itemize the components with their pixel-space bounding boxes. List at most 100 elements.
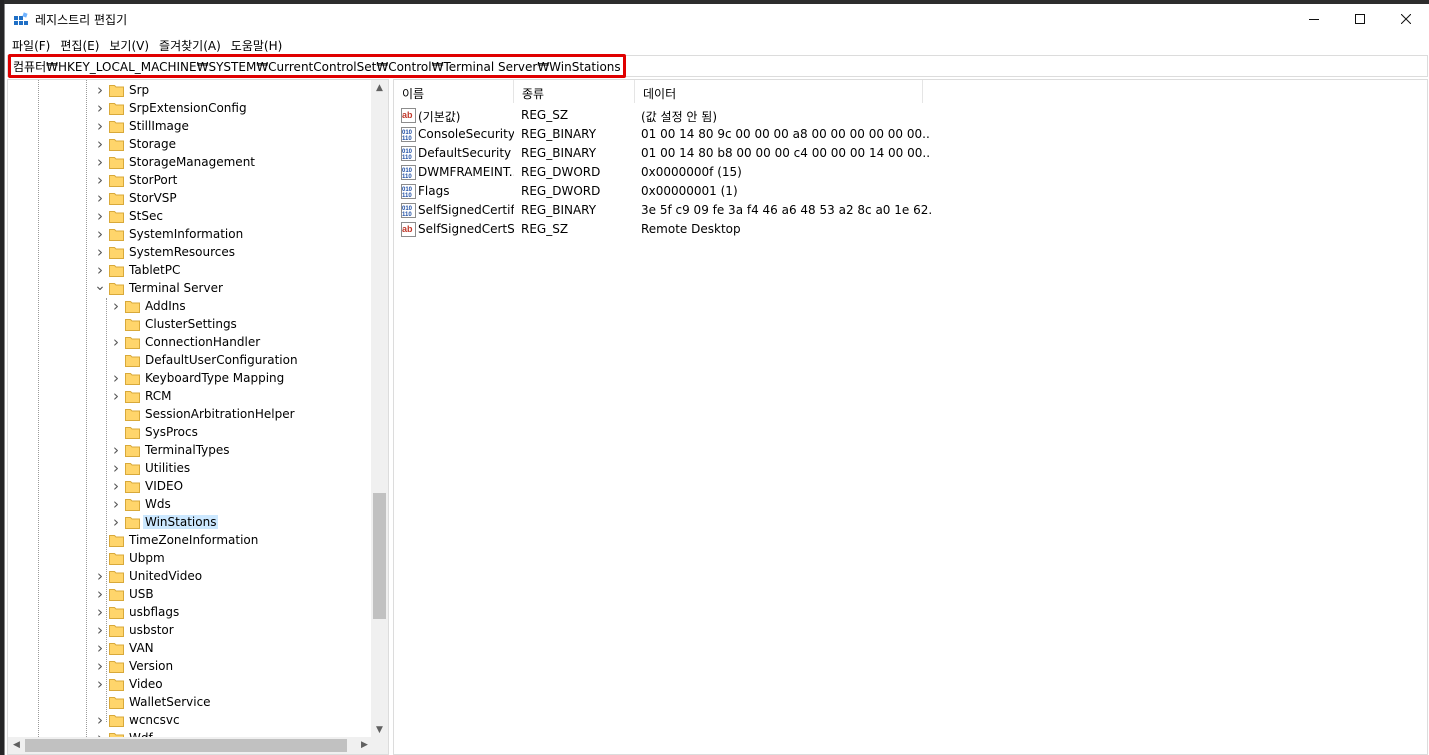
scroll-left-icon[interactable]: ◀ <box>8 737 25 754</box>
title-bar: 레지스트리 편집기 <box>5 4 1429 34</box>
tree-item[interactable]: › RCM <box>8 388 372 406</box>
chevron-right-icon[interactable]: › <box>94 713 106 728</box>
chevron-right-icon[interactable]: › <box>94 263 106 278</box>
tree-item[interactable]: WalletService <box>8 694 372 712</box>
scroll-up-icon[interactable]: ▲ <box>371 80 388 97</box>
tree-item[interactable]: › Version <box>8 658 372 676</box>
close-button[interactable] <box>1383 4 1429 34</box>
chevron-right-icon[interactable]: › <box>110 389 122 404</box>
tree-item[interactable]: › UnitedVideo <box>8 568 372 586</box>
address-bar[interactable]: 컴퓨터₩HKEY_LOCAL_MACHINE₩SYSTEM₩CurrentCon… <box>7 54 1428 78</box>
tree-item[interactable]: › KeyboardType Mapping <box>8 370 372 388</box>
key-tree-pane[interactable]: › Srp › SrpExtensionConfig › StillImage › Stora… <box>7 79 389 755</box>
tree-item[interactable]: › StSec <box>8 208 372 226</box>
tree-item[interactable]: › Srp <box>8 82 372 100</box>
tree-horizontal-scrollbar[interactable]: ◀ ▶ <box>8 737 388 754</box>
chevron-right-icon[interactable]: › <box>94 677 106 692</box>
tree-item[interactable]: SysProcs <box>8 424 372 442</box>
value-row[interactable]: ab SelfSignedCertS... REG_SZ Remote Desktop <box>394 220 1094 239</box>
column-header-name[interactable]: 이름 <box>394 80 514 103</box>
column-header-data[interactable]: 데이터 <box>635 80 923 103</box>
tree-item[interactable]: › SrpExtensionConfig <box>8 100 372 118</box>
tree-item-label: Storage <box>129 137 176 151</box>
chevron-right-icon[interactable]: › <box>110 461 122 476</box>
chevron-right-icon[interactable]: › <box>110 443 122 458</box>
tree-vertical-scrollbar[interactable]: ▲ ▼ <box>371 80 388 739</box>
tree-item[interactable]: › StorageManagement <box>8 154 372 172</box>
tree-item[interactable]: › Utilities <box>8 460 372 478</box>
tree-item[interactable]: › usbstor <box>8 622 372 640</box>
menu-file[interactable]: 파일(F) <box>8 35 56 55</box>
chevron-right-icon[interactable]: › <box>94 587 106 602</box>
value-row[interactable]: 010110SelfSignedCertif... REG_BINARY 3e 5f… <box>394 201 1094 220</box>
tree-item[interactable]: › Wds <box>8 496 372 514</box>
tree-item[interactable]: SessionArbitrationHelper <box>8 406 372 424</box>
values-pane[interactable]: 이름 종류 데이터 ab (기본값) REG_SZ (값 설정 안 됨) 010 110 C… <box>393 79 1428 755</box>
chevron-right-icon[interactable]: › <box>110 497 122 512</box>
scroll-thumb-horizontal[interactable] <box>25 739 347 752</box>
chevron-right-icon[interactable]: › <box>110 335 122 350</box>
chevron-right-icon[interactable]: › <box>94 191 106 206</box>
chevron-right-icon[interactable]: › <box>94 83 106 98</box>
tree-item[interactable]: › TerminalTypes <box>8 442 372 460</box>
chevron-right-icon[interactable]: › <box>94 173 106 188</box>
tree-item[interactable]: › VIDEO <box>8 478 372 496</box>
scroll-right-icon[interactable]: ▶ <box>356 737 373 754</box>
chevron-right-icon[interactable]: › <box>94 119 106 134</box>
chevron-right-icon[interactable]: › <box>110 299 122 314</box>
menu-edit[interactable]: 편집(E) <box>56 35 105 55</box>
tree-item[interactable]: › StillImage <box>8 118 372 136</box>
menu-help[interactable]: 도움말(H) <box>227 35 289 55</box>
chevron-right-icon[interactable]: › <box>94 209 106 224</box>
chevron-right-icon[interactable]: › <box>110 479 122 494</box>
close-icon <box>1401 14 1411 24</box>
tree-item[interactable]: TimeZoneInformation <box>8 532 372 550</box>
chevron-right-icon[interactable]: › <box>94 605 106 620</box>
tree-item[interactable]: › AddIns <box>8 298 372 316</box>
menu-favorites[interactable]: 즐겨찾기(A) <box>155 35 227 55</box>
minimize-button[interactable] <box>1291 4 1337 34</box>
binary-value-icon: 010110 <box>401 165 416 180</box>
chevron-right-icon[interactable]: › <box>94 137 106 152</box>
chevron-right-icon[interactable]: › <box>94 623 106 638</box>
chevron-right-icon[interactable]: › <box>110 515 122 530</box>
tree-item[interactable]: › Storage <box>8 136 372 154</box>
value-row[interactable]: 010 110 DWMFRAMEINT... REG_DWORD 0x0000000f … <box>394 163 1094 182</box>
column-header-type[interactable]: 종류 <box>514 80 635 103</box>
tree-item[interactable]: Ubpm <box>8 550 372 568</box>
chevron-right-icon[interactable]: › <box>94 101 106 116</box>
value-row[interactable]: 010 110 ConsoleSecurity REG_BINARY 01 00 14 … <box>394 125 1094 144</box>
value-row[interactable]: ab (기본값) REG_SZ (값 설정 안 됨) <box>394 106 1094 125</box>
value-type: REG_DWORD <box>521 184 601 198</box>
tree-item[interactable]: › ConnectionHandler <box>8 334 372 352</box>
chevron-right-icon[interactable]: › <box>94 569 106 584</box>
chevron-right-icon[interactable]: › <box>94 641 106 656</box>
chevron-right-icon[interactable]: › <box>94 227 106 242</box>
value-type: REG_SZ <box>521 222 569 236</box>
tree-item[interactable]: ⌄ Terminal Server <box>8 279 372 298</box>
tree-item[interactable]: › TabletPC <box>8 262 372 280</box>
chevron-right-icon[interactable]: › <box>110 371 122 386</box>
tree-item[interactable]: › wcncsvc <box>8 712 372 730</box>
address-path[interactable]: 컴퓨터₩HKEY_LOCAL_MACHINE₩SYSTEM₩CurrentCon… <box>8 54 626 78</box>
menu-view[interactable]: 보기(V) <box>105 35 155 55</box>
chevron-right-icon[interactable]: › <box>94 659 106 674</box>
tree-item[interactable]: › USB <box>8 586 372 604</box>
value-row[interactable]: 010 110 DefaultSecurity REG_BINARY 01 00 14 … <box>394 144 1094 163</box>
tree-item[interactable]: › SystemInformation <box>8 226 372 244</box>
tree-item[interactable]: › Video <box>8 676 372 694</box>
value-row[interactable]: 010 110 Flags REG_DWORD 0x00000001 (1) <box>394 182 1094 201</box>
tree-item[interactable]: › StorPort <box>8 172 372 190</box>
maximize-button[interactable] <box>1337 4 1383 34</box>
chevron-down-icon[interactable]: ⌄ <box>94 279 106 296</box>
tree-item[interactable]: › SystemResources <box>8 244 372 262</box>
tree-item[interactable]: › StorVSP <box>8 190 372 208</box>
tree-item[interactable]: ClusterSettings <box>8 316 372 334</box>
tree-item[interactable]: › VAN <box>8 640 372 658</box>
scroll-thumb[interactable] <box>373 493 386 619</box>
chevron-right-icon[interactable]: › <box>94 155 106 170</box>
chevron-right-icon[interactable]: › <box>94 245 106 260</box>
tree-item[interactable]: DefaultUserConfiguration <box>8 352 372 370</box>
tree-item[interactable]: › WinStations <box>8 514 372 532</box>
tree-item[interactable]: › usbflags <box>8 604 372 622</box>
